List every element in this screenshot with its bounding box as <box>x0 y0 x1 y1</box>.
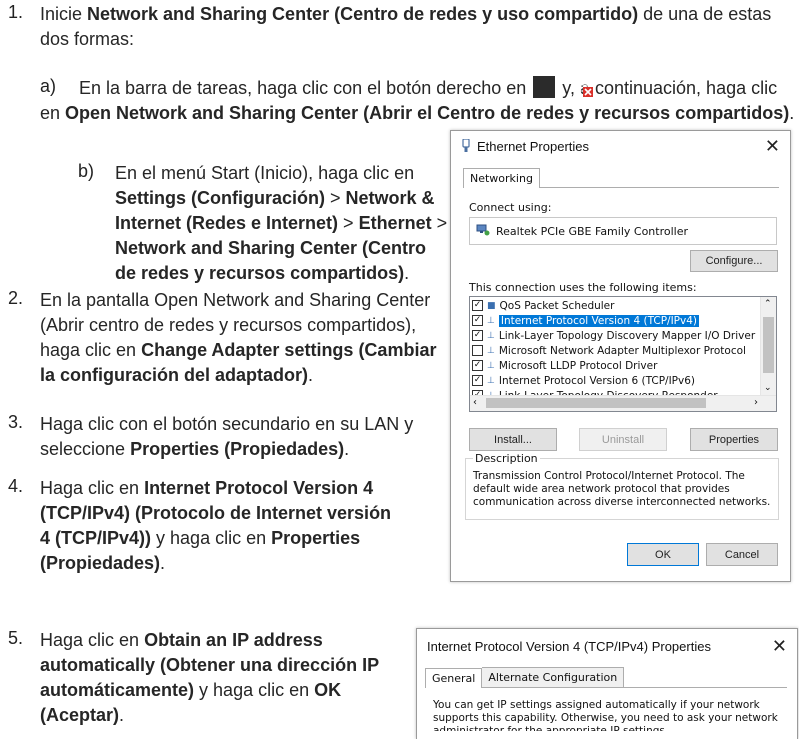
item-label: Internet Protocol Version 4 (TCP/IPv4) <box>498 314 700 327</box>
description-title: Description <box>473 452 540 465</box>
close-icon[interactable]: ✕ <box>772 636 787 657</box>
item-checkbox[interactable]: ✓ <box>472 360 483 371</box>
ethernet-properties-dialog: Ethernet Properties ✕ Networking Connect… <box>450 130 791 582</box>
item-checkbox[interactable]: ✓ <box>472 315 483 326</box>
item-checkbox[interactable]: ✓ <box>472 300 483 311</box>
ipv4-titlebar: Internet Protocol Version 4 (TCP/IPv4) P… <box>417 629 797 663</box>
list-item[interactable]: ✓ ⊥ Internet Protocol Version 4 (TCP/IPv4) <box>470 313 776 328</box>
step-1a-bold: Open Network and Sharing Center (Abrir e… <box>65 103 790 123</box>
step-1a-pre: En la barra de tareas, haga clic con el … <box>79 78 532 98</box>
list-item[interactable]: ✓ ⊥ Link-Layer Topology Discovery Mapper I… <box>470 328 776 343</box>
step-1b-bold-1: Settings (Configuración) <box>115 188 325 208</box>
step-1b-label: b) <box>78 161 95 181</box>
step-5-number: 5. <box>8 628 24 648</box>
ipv4-tab-strip: General Alternate Configuration <box>425 667 787 688</box>
step-1-pre: Inicie <box>40 4 88 24</box>
step-1-bold: Network and Sharing Center (Centro de re… <box>87 4 639 24</box>
uninstall-button: Uninstall <box>579 428 667 451</box>
step-1-number: 1. <box>8 2 24 22</box>
step-1b-bold-4: Network and Sharing Center (Centro de re… <box>115 238 427 283</box>
item-label: Internet Protocol Version 6 (TCP/IPv6) <box>498 374 696 387</box>
install-button[interactable]: Install... <box>469 428 557 451</box>
step-2-number: 2. <box>8 288 24 308</box>
network-adapter-icon <box>476 224 490 239</box>
adapter-box: Realtek PCIe GBE Family Controller <box>469 217 777 245</box>
close-icon[interactable]: ✕ <box>765 136 780 157</box>
scroll-up-icon[interactable]: ⌃ <box>764 299 772 309</box>
scroll-thumb[interactable] <box>763 317 774 373</box>
step-1b-text: En el menú Start (Inicio), haga clic en … <box>115 161 450 286</box>
period: . <box>119 705 125 725</box>
separator: > <box>338 213 359 233</box>
protocol-icon: ⊥ <box>487 360 495 371</box>
ethernet-adapter-icon <box>461 138 471 153</box>
item-checkbox[interactable] <box>472 345 483 356</box>
protocol-icon: ⊥ <box>487 315 495 326</box>
connect-using-label: Connect using: <box>469 201 552 214</box>
protocol-icon: ⊥ <box>487 375 495 386</box>
items-label: This connection uses the following items… <box>469 281 697 294</box>
vertical-scrollbar[interactable]: ⌃ ⌄ <box>760 297 776 395</box>
list-item[interactable]: ⊥ Microsoft Network Adapter Multiplexor P… <box>470 343 776 358</box>
item-label: Microsoft LLDP Protocol Driver <box>498 359 658 372</box>
ipv4-intro-text: You can get IP settings assigned automat… <box>433 699 778 731</box>
step-4-text: Haga clic en Internet Protocol Version 4… <box>40 476 405 576</box>
step-1b-bold-3: Ethernet <box>358 213 432 233</box>
dialog-title: Ethernet Properties <box>477 138 590 154</box>
network-tray-icon <box>533 76 594 98</box>
scroll-left-icon[interactable]: ‹ <box>473 397 477 408</box>
scheduler-icon: ■ <box>487 300 496 311</box>
items-list: ✓ ■ QoS Packet Scheduler ✓ ⊥ Internet Protoco… <box>469 296 777 412</box>
cancel-button[interactable]: Cancel <box>706 543 778 566</box>
tab-general[interactable]: General <box>425 668 483 688</box>
step-5-text: Haga clic en Obtain an IP address automa… <box>40 628 385 728</box>
step-1b-pre: En el menú Start (Inicio), haga clic en <box>115 163 415 183</box>
dialog-titlebar: Ethernet Properties ✕ <box>451 131 790 161</box>
list-item[interactable]: ✓ ⊥ Microsoft LLDP Protocol Driver <box>470 358 776 373</box>
step-5-pre: Haga clic en <box>40 630 145 650</box>
scroll-right-icon[interactable]: › <box>754 397 758 408</box>
protocol-icon: ⊥ <box>487 345 495 356</box>
step-4-number: 4. <box>8 476 24 496</box>
tab-alternate-configuration[interactable]: Alternate Configuration <box>482 667 625 687</box>
period: . <box>160 553 166 573</box>
list-item[interactable]: ✓ ■ QoS Packet Scheduler <box>470 298 776 313</box>
step-3-bold: Properties (Propiedades) <box>130 439 345 459</box>
ipv4-properties-dialog: Internet Protocol Version 4 (TCP/IPv4) P… <box>416 628 798 739</box>
separator: > <box>431 213 448 233</box>
description-text: Transmission Control Protocol/Internet P… <box>473 470 771 508</box>
list-item[interactable]: ✓ ⊥ Internet Protocol Version 6 (TCP/IPv6) <box>470 373 776 388</box>
step-5-mid: y haga clic en <box>194 680 315 700</box>
item-label: Microsoft Network Adapter Multiplexor Pr… <box>498 344 746 357</box>
ok-button[interactable]: OK <box>627 543 699 566</box>
protocol-icon: ⊥ <box>487 330 495 341</box>
item-label: QoS Packet Scheduler <box>499 299 615 312</box>
period: . <box>344 439 350 459</box>
item-label: Link-Layer Topology Discovery Mapper I/O… <box>498 329 756 342</box>
step-1a-text: En la barra de tareas, haga clic con el … <box>40 76 795 126</box>
step-4-mid: y haga clic en <box>151 528 272 548</box>
adapter-name: Realtek PCIe GBE Family Controller <box>496 224 689 238</box>
scroll-down-icon[interactable]: ⌄ <box>764 383 772 393</box>
tab-networking[interactable]: Networking <box>463 168 540 188</box>
period: . <box>404 263 410 283</box>
dialog-body: Networking <box>463 167 779 188</box>
step-3-number: 3. <box>8 412 24 432</box>
item-checkbox[interactable]: ✓ <box>472 375 483 386</box>
step-1a-end: . <box>789 103 795 123</box>
horizontal-scrollbar[interactable]: ‹ › <box>470 395 776 411</box>
period: . <box>308 365 314 385</box>
configure-button[interactable]: Configure... <box>690 250 778 272</box>
step-1-text: Inicie Network and Sharing Center (Centr… <box>40 2 785 52</box>
hscroll-thumb[interactable] <box>486 398 706 408</box>
ipv4-title: Internet Protocol Version 4 (TCP/IPv4) P… <box>427 638 711 654</box>
separator: > <box>325 188 346 208</box>
item-checkbox[interactable]: ✓ <box>472 330 483 341</box>
step-2-text: En la pantalla Open Network and Sharing … <box>40 288 450 388</box>
tab-strip: Networking <box>463 167 779 188</box>
step-4-pre: Haga clic en <box>40 478 145 498</box>
step-3-text: Haga clic con el botón secundario en su … <box>40 412 455 462</box>
properties-button[interactable]: Properties <box>690 428 778 451</box>
